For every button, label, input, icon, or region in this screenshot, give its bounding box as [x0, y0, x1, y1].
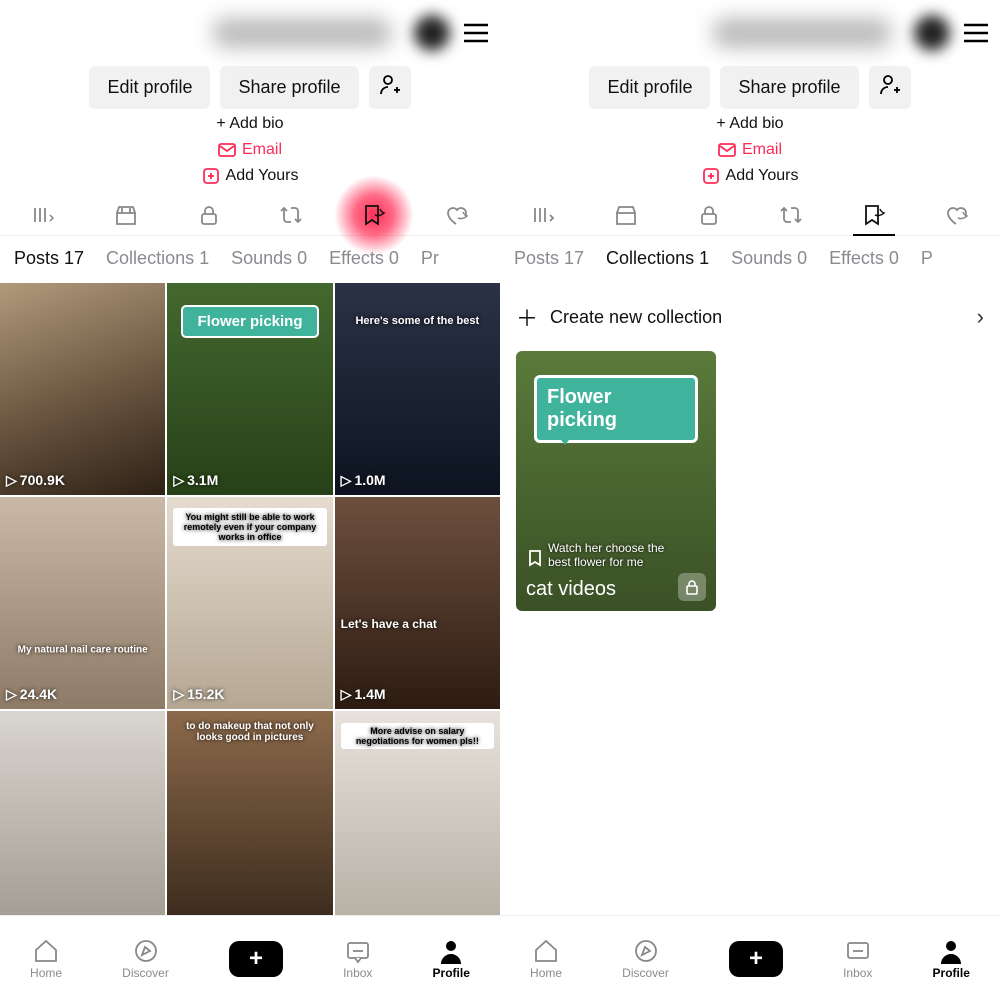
username-blurred — [212, 18, 392, 48]
tab-sounds[interactable]: Sounds 0 — [731, 248, 807, 269]
avatar[interactable] — [914, 15, 950, 51]
plus-icon: + — [749, 947, 763, 971]
nav-inbox[interactable]: Inbox — [343, 938, 372, 980]
tab-sort[interactable] — [2, 204, 85, 226]
tab-effects[interactable]: Effects 0 — [829, 248, 899, 269]
tab-sort[interactable] — [502, 204, 585, 226]
create-collection-button[interactable]: ＋ Create new collection › — [500, 283, 1000, 351]
menu-icon[interactable] — [962, 21, 990, 45]
collection-card[interactable]: Flower picking Watch her choose the best… — [516, 351, 716, 611]
plus-icon: + — [249, 947, 263, 971]
add-friend-button[interactable] — [369, 66, 411, 109]
person-plus-icon — [879, 74, 901, 96]
nav-profile[interactable]: Profile — [933, 938, 970, 980]
email-button[interactable]: Email — [218, 141, 282, 159]
email-button[interactable]: Email — [718, 141, 782, 159]
add-bio-button[interactable]: + Add bio — [716, 115, 783, 133]
add-yours-button[interactable]: Add Yours — [702, 167, 799, 185]
add-friend-button[interactable] — [869, 66, 911, 109]
collection-name: cat videos — [526, 578, 616, 601]
tab-shop[interactable] — [85, 204, 168, 226]
post-tile[interactable]: ▷ 700.9K — [0, 283, 165, 495]
post-tile[interactable]: Let's have a chat▷ 1.4M — [335, 497, 500, 709]
edit-profile-button[interactable]: Edit profile — [89, 66, 210, 109]
nav-home[interactable]: Home — [30, 938, 62, 980]
add-bio-button[interactable]: + Add bio — [216, 115, 283, 133]
post-tile[interactable]: More advise on salary negotiations for w… — [335, 711, 500, 915]
post-tile[interactable]: to do makeup that not only looks good in… — [167, 711, 332, 915]
post-tile[interactable]: You might still be able to work remotely… — [167, 497, 332, 709]
nav-create[interactable]: + — [729, 941, 783, 977]
tab-posts[interactable]: Posts 17 — [14, 248, 84, 269]
tab-more[interactable]: Pr — [421, 248, 439, 269]
plus-icon: ＋ — [516, 301, 538, 333]
nav-discover[interactable]: Discover — [122, 938, 169, 980]
collection-private-icon — [678, 573, 706, 601]
view-count: ▷ 700.9K — [6, 472, 65, 489]
share-profile-button[interactable]: Share profile — [720, 66, 858, 109]
mail-icon — [218, 143, 236, 157]
collection-bubble: Flower picking — [534, 375, 698, 443]
menu-icon[interactable] — [462, 21, 490, 45]
username-blurred — [712, 18, 892, 48]
tab-bookmarks[interactable] — [333, 203, 416, 227]
avatar[interactable] — [414, 15, 450, 51]
nav-home[interactable]: Home — [530, 938, 562, 980]
post-tile[interactable]: My natural nail care routine▷ 24.4K — [0, 497, 165, 709]
bookmark-icon — [526, 549, 544, 567]
add-yours-icon — [702, 167, 720, 185]
person-plus-icon — [379, 74, 401, 96]
tab-reposts[interactable] — [750, 204, 833, 226]
posts-grid: ▷ 700.9K Flower picking▷ 3.1M Here's som… — [0, 283, 500, 915]
post-tile[interactable]: Flower picking▷ 3.1M — [167, 283, 332, 495]
chevron-right-icon: › — [977, 304, 984, 330]
phone-right: Edit profile Share profile + Add bio Ema… — [500, 0, 1000, 995]
tab-collections[interactable]: Collections 1 — [606, 248, 709, 269]
tab-private[interactable] — [667, 204, 750, 226]
tab-collections[interactable]: Collections 1 — [106, 248, 209, 269]
mail-icon — [718, 143, 736, 157]
tab-bookmarks[interactable] — [833, 203, 916, 227]
tab-shop[interactable] — [585, 204, 668, 226]
edit-profile-button[interactable]: Edit profile — [589, 66, 710, 109]
tab-liked-hidden[interactable] — [415, 204, 498, 226]
nav-discover[interactable]: Discover — [622, 938, 669, 980]
header-bar — [0, 0, 500, 66]
tab-more[interactable]: P — [921, 248, 933, 269]
phone-left: Edit profile Share profile + Add bio Ema… — [0, 0, 500, 995]
add-yours-button[interactable]: Add Yours — [202, 167, 299, 185]
tab-sounds[interactable]: Sounds 0 — [231, 248, 307, 269]
share-profile-button[interactable]: Share profile — [220, 66, 358, 109]
nav-inbox[interactable]: Inbox — [843, 938, 872, 980]
tab-posts[interactable]: Posts 17 — [514, 248, 584, 269]
post-tile[interactable] — [0, 711, 165, 915]
content-tabs: Posts 17 Collections 1 Sounds 0 Effects … — [0, 236, 500, 283]
tab-effects[interactable]: Effects 0 — [329, 248, 399, 269]
tab-private[interactable] — [167, 204, 250, 226]
tab-reposts[interactable] — [250, 204, 333, 226]
post-tile[interactable]: Here's some of the best▷ 1.0M — [335, 283, 500, 495]
add-yours-icon — [202, 167, 220, 185]
nav-create[interactable]: + — [229, 941, 283, 977]
nav-profile[interactable]: Profile — [433, 938, 470, 980]
bottom-nav: Home Discover + Inbox Profile — [0, 915, 500, 995]
tab-liked-hidden[interactable] — [915, 204, 998, 226]
profile-tab-stripe — [0, 195, 500, 236]
